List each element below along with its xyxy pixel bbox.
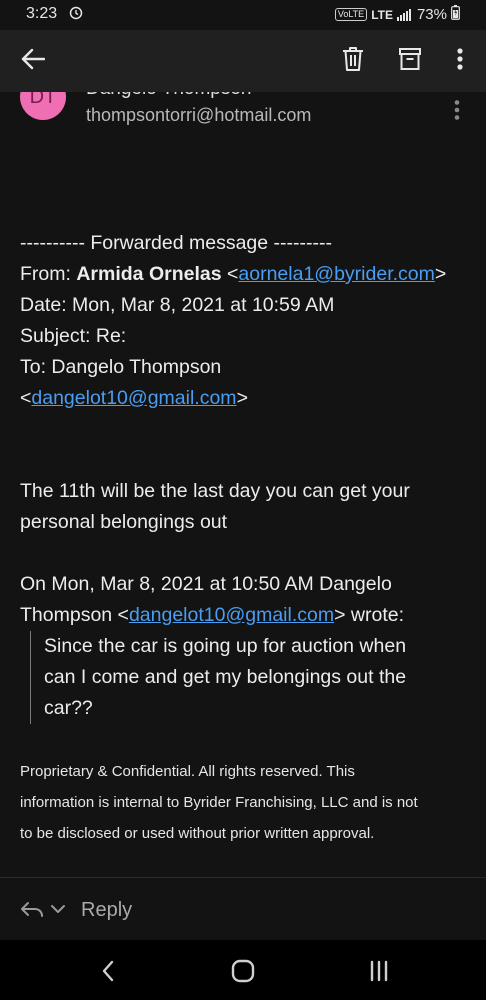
back-button[interactable] bbox=[12, 42, 54, 80]
date-line: Date: Mon, Mar 8, 2021 at 10:59 AM bbox=[20, 294, 335, 316]
delete-button[interactable] bbox=[332, 42, 374, 80]
from-email-link[interactable]: aornela1@byrider.com bbox=[238, 263, 434, 285]
message-content: DT Dangelo Thompson thompsontorri@hotmai… bbox=[0, 92, 486, 877]
to-line: To: Dangelo Thompson bbox=[20, 356, 222, 378]
notice-line: Proprietary & Confidential. All rights r… bbox=[20, 763, 355, 780]
quoted-message: Since the car is going up for auction wh… bbox=[30, 631, 470, 724]
from-line: From: Armida Ornelas <aornela1@byrider.c… bbox=[20, 263, 447, 285]
archive-icon bbox=[398, 47, 422, 76]
trash-icon bbox=[342, 46, 364, 77]
subject-line: Subject: Re: bbox=[20, 325, 127, 347]
from-name: Armida Ornelas bbox=[76, 263, 222, 285]
avatar[interactable]: DT bbox=[20, 92, 66, 120]
quote-email-link[interactable]: dangelot10@gmail.com bbox=[129, 604, 334, 626]
quote-line: Since the car is going up for auction wh… bbox=[44, 635, 407, 657]
quote-header: On Mon, Mar 8, 2021 at 10:50 AM Dangelo bbox=[20, 573, 392, 595]
battery-icon bbox=[451, 5, 460, 24]
status-bar: 3:23 VoLTE LTE 73% bbox=[0, 0, 486, 30]
alarm-icon bbox=[69, 6, 83, 25]
body-line: The 11th will be the last day you can ge… bbox=[20, 480, 410, 502]
quote-header-suffix: > wrote: bbox=[334, 604, 405, 626]
more-options-button[interactable] bbox=[445, 42, 475, 80]
nav-home-icon[interactable] bbox=[230, 958, 256, 984]
volte-badge: VoLTE bbox=[334, 8, 368, 21]
sender-email[interactable]: thompsontorri@hotmail.com bbox=[86, 105, 311, 126]
message-body: ---------- Forwarded message --------- F… bbox=[20, 228, 470, 724]
system-nav-bar bbox=[0, 940, 486, 1000]
nav-recents-icon[interactable] bbox=[366, 959, 392, 983]
quote-line: can I come and get my belongings out the bbox=[44, 666, 407, 688]
confidentiality-notice: Proprietary & Confidential. All rights r… bbox=[20, 756, 475, 849]
reply-icon[interactable] bbox=[20, 900, 44, 923]
reply-button[interactable]: Reply bbox=[81, 899, 132, 922]
quote-header-prefix: Thompson < bbox=[20, 604, 129, 626]
forward-header: ---------- Forwarded message --------- bbox=[20, 232, 332, 254]
sender-name[interactable]: Dangelo Thompson bbox=[86, 92, 251, 100]
notice-line: to be disclosed or used without prior wr… bbox=[20, 825, 375, 842]
sender-more-button[interactable] bbox=[454, 100, 470, 124]
nav-back-icon[interactable] bbox=[96, 956, 122, 986]
body-line: personal belongings out bbox=[20, 511, 228, 533]
notice-line: information is internal to Byrider Franc… bbox=[20, 794, 418, 811]
from-label: From: bbox=[20, 263, 77, 285]
network-type: LTE bbox=[371, 7, 393, 22]
arrow-left-icon bbox=[21, 48, 46, 75]
status-time: 3:23 bbox=[26, 5, 58, 22]
chevron-down-icon[interactable] bbox=[50, 902, 66, 920]
reply-bar[interactable]: Reply bbox=[0, 878, 486, 940]
quote-line: car?? bbox=[44, 697, 93, 719]
to-email-line: <dangelot10@gmail.com> bbox=[20, 387, 248, 409]
battery-percent: 73% bbox=[416, 6, 447, 23]
more-vert-icon bbox=[454, 100, 460, 124]
signal-icon bbox=[396, 8, 411, 21]
quote-header-sender: Thompson <dangelot10@gmail.com> wrote: bbox=[20, 600, 470, 631]
app-bar bbox=[0, 30, 486, 92]
status-indicators: VoLTE LTE 73% bbox=[334, 5, 460, 24]
to-email-link[interactable]: dangelot10@gmail.com bbox=[31, 387, 236, 409]
archive-button[interactable] bbox=[389, 42, 431, 80]
more-vert-icon bbox=[457, 47, 463, 75]
